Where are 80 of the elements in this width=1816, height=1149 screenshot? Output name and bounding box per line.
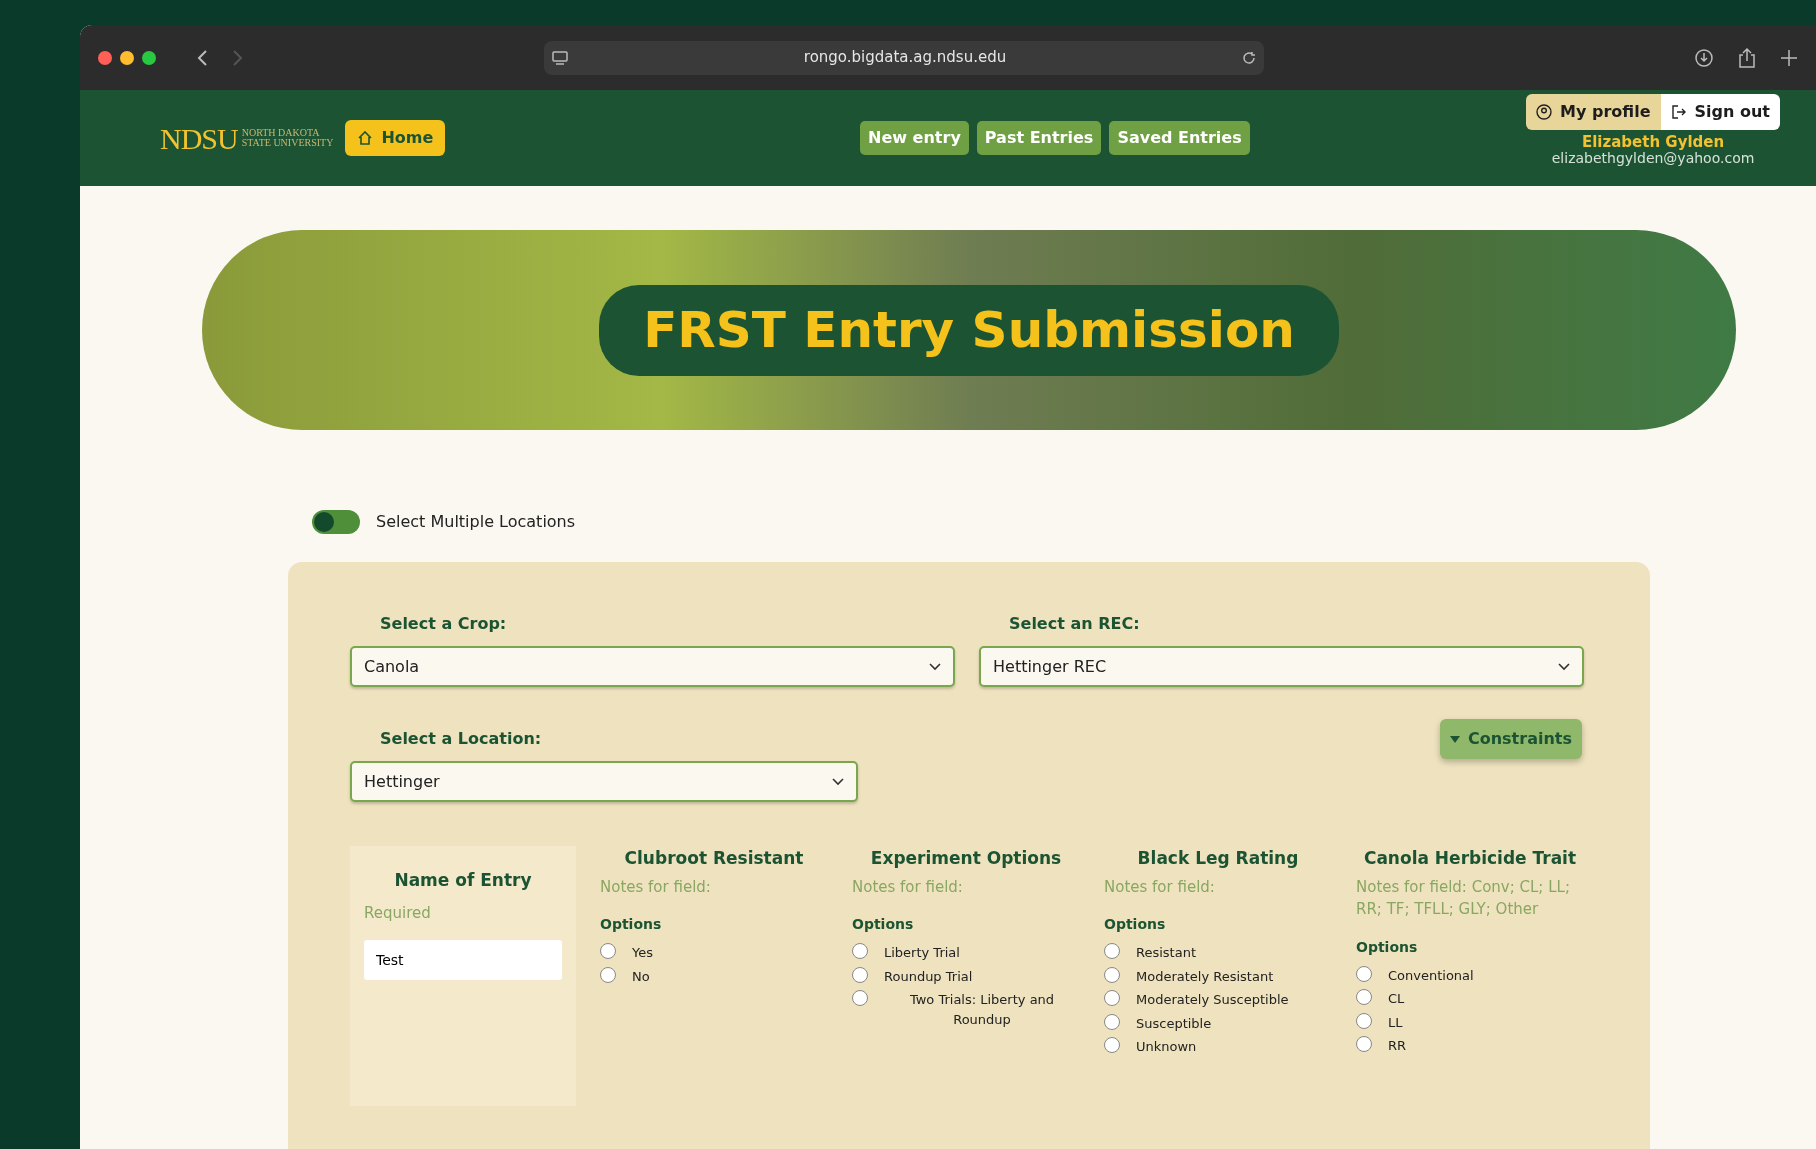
option-label: Moderately Susceptible (1136, 991, 1289, 1010)
logo-text[interactable]: NDSU (160, 115, 238, 161)
field-label: Select an REC: (1008, 613, 1141, 636)
download-icon[interactable] (1694, 47, 1714, 68)
field-note: Notes for field: (852, 876, 964, 898)
field-note: Notes for field: (1104, 876, 1216, 898)
option-label: Two Trials: Liberty and Roundup (908, 991, 1056, 1029)
radio-button[interactable] (852, 943, 868, 960)
radio-button[interactable] (1104, 943, 1120, 960)
column-title: Clubroot Resistant (623, 847, 805, 871)
chevron-down-icon (929, 662, 941, 671)
radio-button[interactable] (1104, 1037, 1120, 1054)
logo-subtitle: STATE UNIVERSITY (241, 138, 334, 149)
radio-button[interactable] (1356, 1036, 1372, 1053)
toggle-switch[interactable] (312, 510, 360, 535)
field-note: Notes for field: (600, 876, 712, 898)
zoom-window-dot[interactable] (142, 50, 156, 65)
house-icon (357, 130, 374, 147)
option-label: No (632, 967, 650, 986)
back-icon[interactable] (196, 48, 208, 67)
caret-icon (1449, 735, 1460, 743)
chevron-down-icon (1558, 662, 1570, 671)
forward-icon[interactable] (232, 48, 244, 67)
address-bar[interactable]: rongo.bigdata.ag.ndsu.edu (544, 40, 1264, 75)
radio-button[interactable] (1104, 990, 1120, 1007)
page-title: FRST Entry Submission (599, 284, 1339, 376)
radio-button[interactable] (600, 943, 616, 960)
radio-button[interactable] (1356, 965, 1372, 982)
minimize-window-dot[interactable] (120, 50, 134, 65)
reload-icon[interactable] (1242, 50, 1256, 65)
column-title: Experiment Options (869, 847, 1063, 871)
options-heading: Options (1104, 915, 1167, 935)
chevron-down-icon (832, 777, 844, 786)
option-label: Roundup Trial (884, 967, 973, 986)
option-label: RR (1388, 1037, 1407, 1056)
radio-button[interactable] (1356, 1012, 1372, 1029)
column-title: Canola Herbicide Trait (1362, 847, 1578, 871)
my-profile-button[interactable]: My profile (1526, 94, 1661, 131)
url-text: rongo.bigdata.ag.ndsu.edu (802, 47, 1008, 69)
option-label: Yes (632, 944, 653, 963)
home-button[interactable]: Home (345, 120, 446, 157)
user-email: elizabethgylden@yahoo.com (1551, 150, 1755, 167)
logo-subtitle: NORTH DAKOTA (241, 127, 321, 139)
options-heading: Options (852, 915, 915, 935)
share-icon[interactable] (1738, 46, 1756, 69)
option-label: Resistant (1136, 944, 1196, 963)
user-name: Elizabeth Gylden (1581, 134, 1725, 151)
radio-button[interactable] (1104, 1013, 1120, 1030)
option-label: Liberty Trial (884, 944, 960, 963)
option-label: Moderately Resistant (1136, 967, 1274, 986)
options-heading: Options (600, 915, 663, 935)
constraints-button[interactable]: Constraints (1439, 719, 1582, 760)
entry-name-field[interactable]: Test (364, 940, 562, 981)
crop-select[interactable]: Canola (350, 646, 955, 688)
option-label: Susceptible (1136, 1014, 1212, 1033)
close-window-dot[interactable] (98, 50, 112, 65)
required-note: Required (364, 902, 432, 924)
user-circle-icon (1536, 104, 1553, 121)
field-label: Select a Location: (379, 728, 543, 751)
rec-select[interactable]: Hettinger REC (979, 646, 1584, 688)
option-label: Unknown (1136, 1038, 1197, 1057)
sign-out-button[interactable]: Sign out (1660, 94, 1780, 131)
field-note: Notes for field: Conv; CL; LL; RR; TF; TFLL; GLY; Other (1356, 876, 1571, 921)
column-title: Name of Entry (393, 869, 533, 893)
location-select[interactable]: Hettinger (350, 761, 858, 803)
column-title: Black Leg Rating (1136, 847, 1300, 871)
radio-button[interactable] (852, 966, 868, 983)
radio-button[interactable] (1356, 989, 1372, 1006)
option-label: Conventional (1388, 966, 1474, 985)
option-label: CL (1388, 990, 1405, 1009)
option-label: LL (1388, 1013, 1403, 1032)
page-icon[interactable] (552, 50, 568, 65)
options-heading: Options (1356, 937, 1419, 957)
radio-button[interactable] (1104, 966, 1120, 983)
exit-icon (1670, 104, 1687, 121)
radio-button[interactable] (600, 966, 616, 983)
radio-button[interactable] (852, 990, 868, 1007)
toggle-label: Select Multiple Locations (376, 511, 576, 534)
new-tab-icon[interactable] (1780, 48, 1798, 67)
field-label: Select a Crop: (379, 613, 508, 636)
